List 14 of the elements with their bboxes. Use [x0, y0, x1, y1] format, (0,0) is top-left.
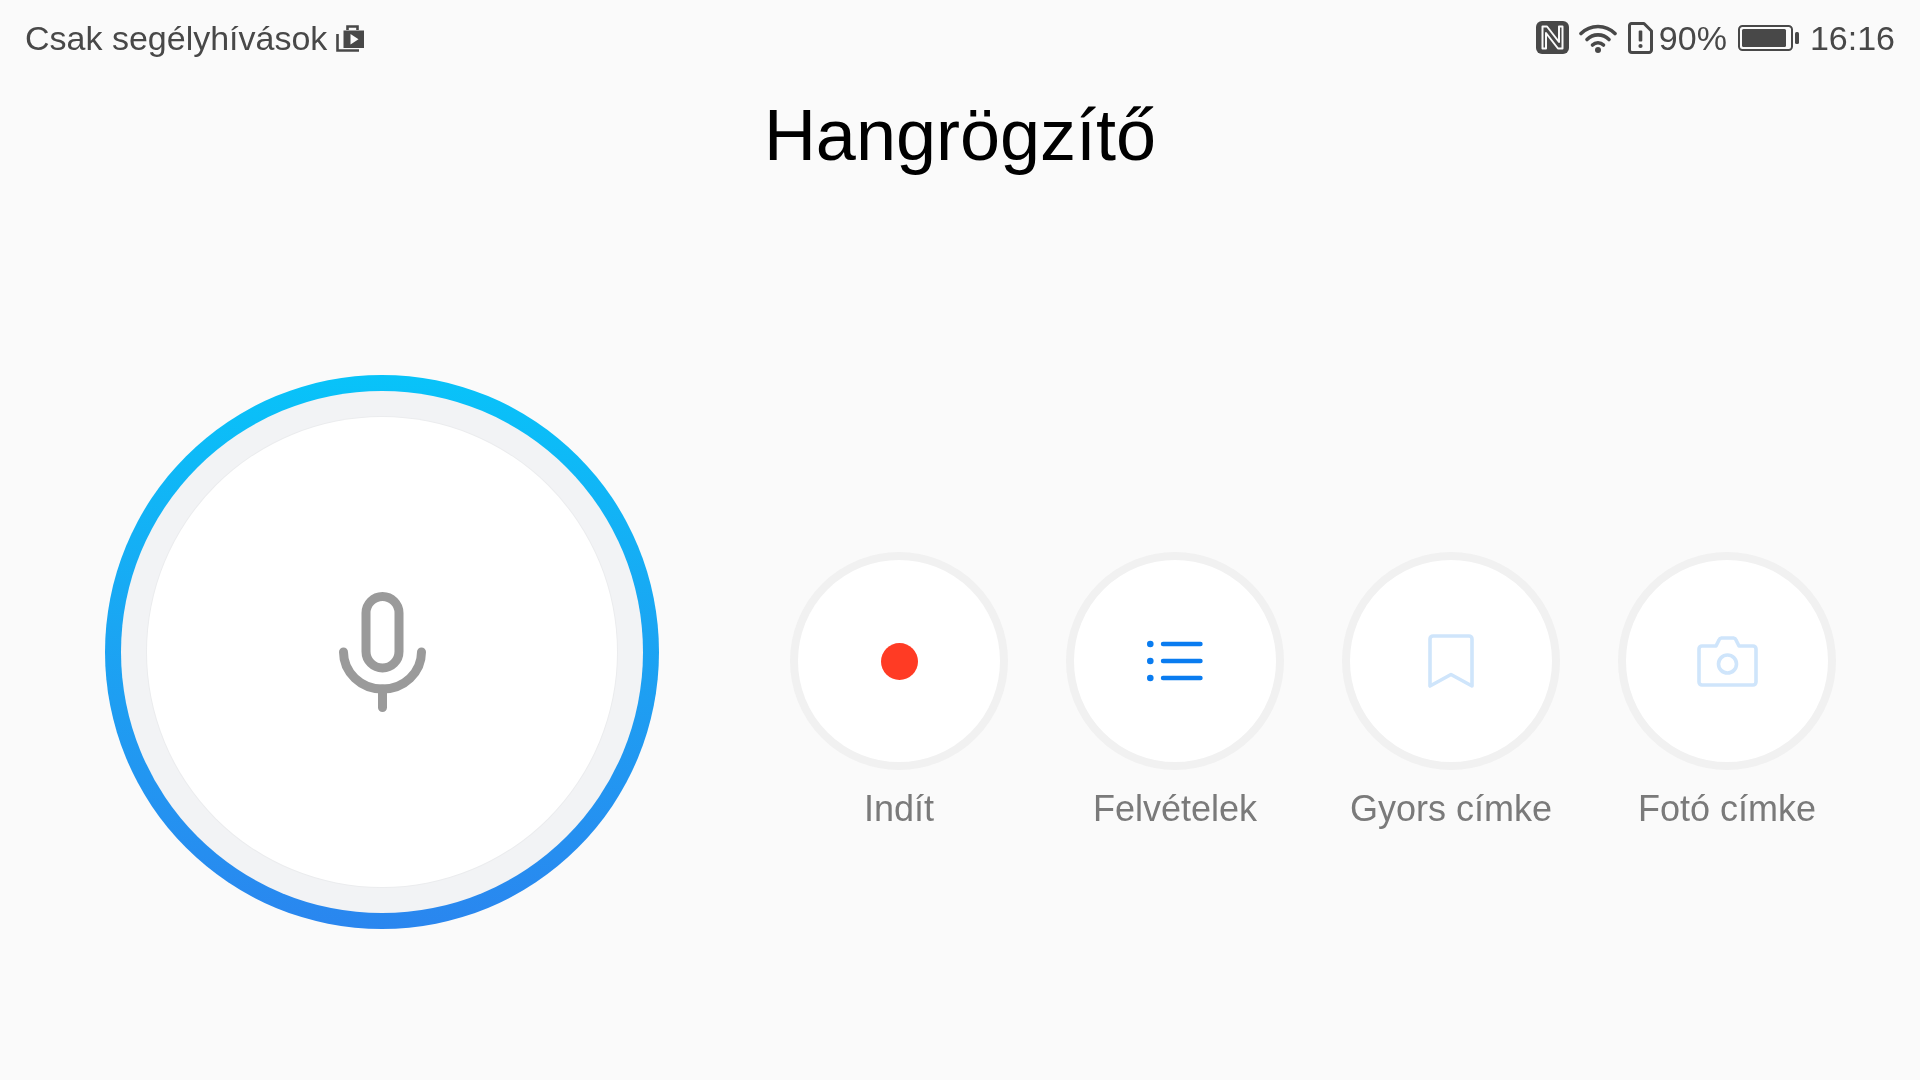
wifi-icon — [1578, 22, 1617, 53]
action-label: Felvételek — [1092, 787, 1258, 831]
battery-percentage: 90% — [1658, 17, 1727, 58]
nfc-icon — [1535, 21, 1569, 54]
action-label: Indít — [863, 787, 935, 831]
app-title: Hangrögzítő — [763, 94, 1157, 177]
clock: 16:16 — [1809, 17, 1895, 58]
status-text: Csak segélyhívások — [25, 17, 328, 58]
action-label: Gyors címke — [1350, 787, 1552, 831]
sim-alert-icon — [1627, 21, 1653, 54]
action-label: Fotó címke — [1637, 787, 1817, 831]
battery-icon — [1737, 24, 1799, 51]
microphone-icon — [338, 592, 426, 712]
briefcase-icon — [335, 22, 366, 53]
